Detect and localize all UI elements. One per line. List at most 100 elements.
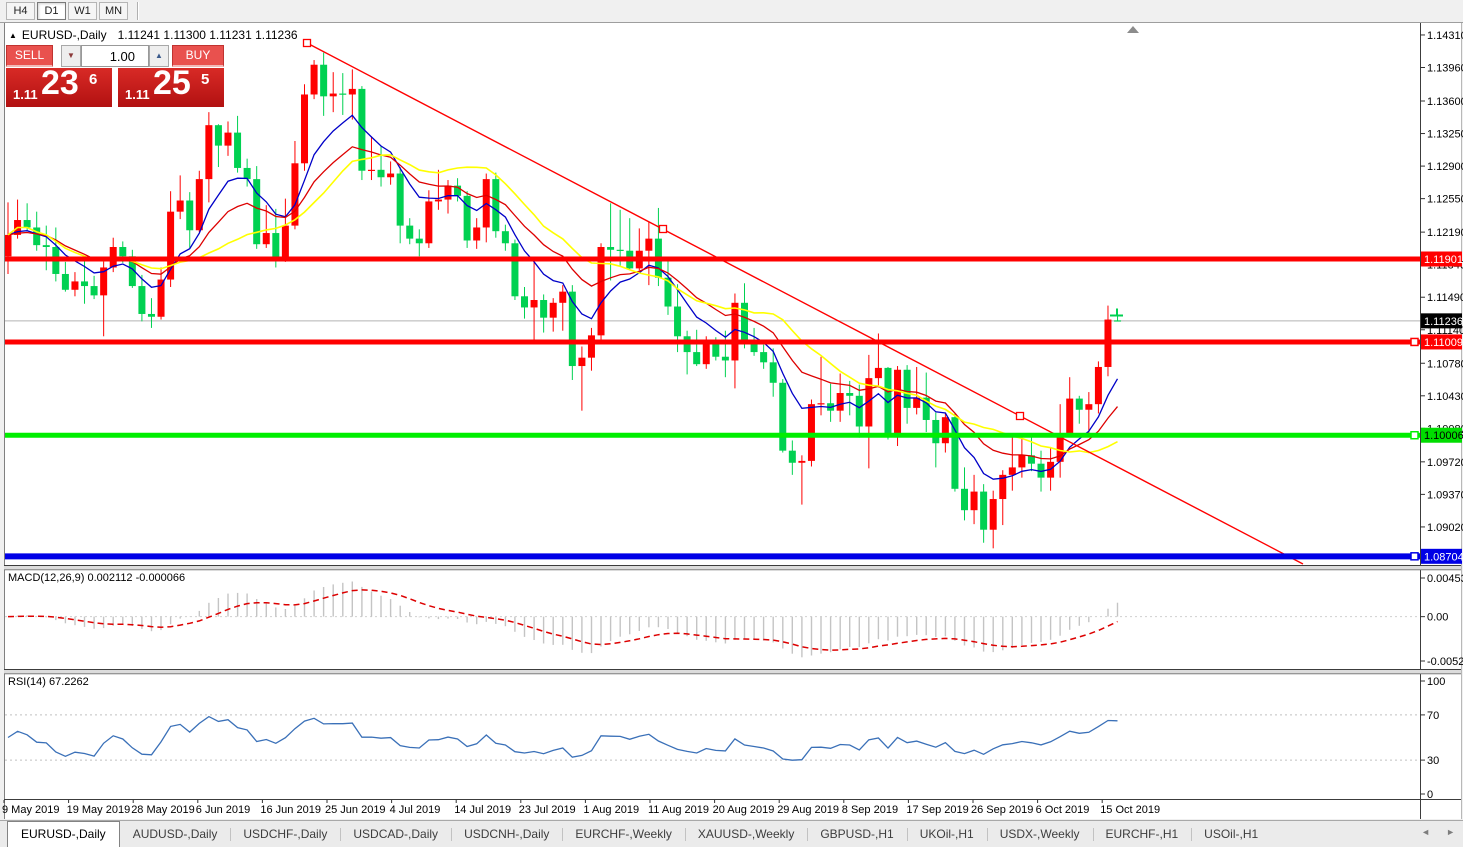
tab-eurchf-h1[interactable]: EURCHF-,H1: [1093, 824, 1192, 847]
candle: [291, 163, 298, 225]
candle: [578, 358, 585, 366]
trendline-handle[interactable]: [1017, 413, 1024, 420]
candle: [798, 461, 805, 463]
date-axis[interactable]: [5, 800, 1420, 818]
tab-label: USDX-,Weekly: [1000, 827, 1080, 841]
hline-handle[interactable]: [1411, 432, 1418, 439]
candle: [502, 231, 509, 243]
tab-scroll-left-button[interactable]: ◄: [1421, 827, 1430, 837]
tab-scroll-right-button[interactable]: ►: [1446, 827, 1455, 837]
tab-usdcad-daily[interactable]: USDCAD-,Daily: [340, 824, 451, 847]
candle: [339, 94, 346, 95]
tab-usoil-h1[interactable]: USOil-,H1: [1191, 824, 1271, 847]
ask-price-pip: 5: [201, 71, 209, 88]
candle: [904, 370, 911, 408]
candle: [846, 393, 853, 396]
tab-gbpusd-h1[interactable]: GBPUSD-,H1: [807, 824, 906, 847]
candle: [473, 227, 480, 240]
volume-increase-button[interactable]: ▲: [149, 45, 169, 67]
candle: [712, 344, 719, 357]
tab-eurchf-weekly[interactable]: EURCHF-,Weekly: [562, 824, 684, 847]
tab-label: GBPUSD-,H1: [820, 827, 893, 841]
triangle-down-icon: ▼: [67, 51, 75, 60]
chart-background: [4, 23, 1461, 819]
tab-label: USOil-,H1: [1204, 827, 1258, 841]
hline-handle[interactable]: [1411, 553, 1418, 560]
candle: [971, 492, 978, 511]
candle: [148, 314, 155, 317]
rsi-value: 67.2262: [49, 676, 89, 688]
bid-price-tile[interactable]: 1.11 23 6: [6, 68, 112, 107]
candle: [196, 179, 203, 230]
hline-handle[interactable]: [1411, 338, 1418, 345]
timeframe-w1-button[interactable]: W1: [68, 2, 97, 20]
candle: [837, 393, 844, 411]
candle: [1018, 455, 1025, 467]
timeframe-mn-button[interactable]: MN: [99, 2, 128, 20]
rsi-indicator-label: RSI(14) 67.2262: [8, 676, 89, 688]
candle: [760, 352, 767, 362]
tab-usdx-weekly[interactable]: USDX-,Weekly: [987, 824, 1093, 847]
rsi-name: RSI(14): [8, 676, 46, 688]
candle: [531, 300, 538, 307]
one-click-trading-panel: SELL ▼ ▲ BUY 1.11 23 6 1.11 25 5: [6, 45, 224, 107]
candle: [138, 286, 145, 314]
volume-decrease-button[interactable]: ▼: [61, 45, 81, 67]
candle: [569, 292, 576, 366]
buy-button[interactable]: BUY: [172, 45, 224, 67]
macd-name: MACD(12,26,9): [8, 572, 84, 584]
candle: [511, 243, 518, 296]
bid-price-pip: 6: [89, 71, 97, 88]
candle: [378, 170, 385, 177]
candle: [119, 247, 126, 256]
trendline-handle[interactable]: [660, 226, 667, 233]
candle: [693, 352, 700, 364]
candle: [779, 383, 786, 451]
candle: [444, 186, 451, 200]
toolbar-separator: [137, 2, 139, 20]
tab-usdcnh-daily[interactable]: USDCNH-,Daily: [451, 824, 562, 847]
candle: [703, 344, 710, 364]
candle: [205, 125, 212, 179]
tab-label: AUDUSD-,Daily: [133, 827, 218, 841]
mt4-terminal: { "toolbar": { "timeframes": [ {"label":…: [0, 0, 1463, 847]
candle: [856, 396, 863, 427]
sell-button[interactable]: SELL: [6, 45, 53, 67]
candle: [234, 133, 241, 168]
tab-eurusd-daily[interactable]: EURUSD-,Daily: [7, 821, 120, 847]
tab-audusd-daily[interactable]: AUDUSD-,Daily: [120, 824, 231, 847]
candle: [416, 239, 423, 244]
candle: [894, 370, 901, 433]
candle: [875, 368, 882, 378]
ask-price-tile[interactable]: 1.11 25 5: [118, 68, 224, 107]
timeframe-d1-button[interactable]: D1: [37, 2, 66, 20]
candle: [71, 281, 78, 289]
candle: [244, 168, 251, 179]
bid-price-big: 23: [41, 68, 79, 103]
candle: [263, 233, 270, 244]
tab-label: USDCAD-,Daily: [353, 827, 438, 841]
tab-label: EURCHF-,Weekly: [575, 827, 671, 841]
candle: [961, 489, 968, 510]
candle: [645, 239, 652, 251]
candle: [349, 89, 356, 95]
bid-price-prefix: 1.11: [13, 87, 38, 102]
tab-ukoil-h1[interactable]: UKOil-,H1: [907, 824, 987, 847]
candle: [722, 357, 729, 361]
volume-input[interactable]: [81, 45, 149, 67]
tab-xauusd-weekly[interactable]: XAUUSD-,Weekly: [685, 824, 807, 847]
tab-label: USDCHF-,Daily: [243, 827, 327, 841]
candle: [540, 300, 547, 318]
candle: [43, 245, 50, 247]
candle: [330, 94, 337, 97]
chart-canvas[interactable]: 1.143101.139601.136001.132501.129001.125…: [0, 0, 1463, 847]
candle: [559, 292, 566, 303]
collapse-panel-icon[interactable]: ▲: [9, 31, 17, 40]
price-axis[interactable]: [1421, 24, 1462, 799]
candle: [320, 65, 327, 97]
timeframe-h4-button[interactable]: H4: [6, 2, 35, 20]
candle: [1076, 399, 1083, 410]
tab-label: EURCHF-,H1: [1106, 827, 1179, 841]
trendline-handle[interactable]: [304, 40, 311, 47]
tab-usdchf-daily[interactable]: USDCHF-,Daily: [230, 824, 340, 847]
